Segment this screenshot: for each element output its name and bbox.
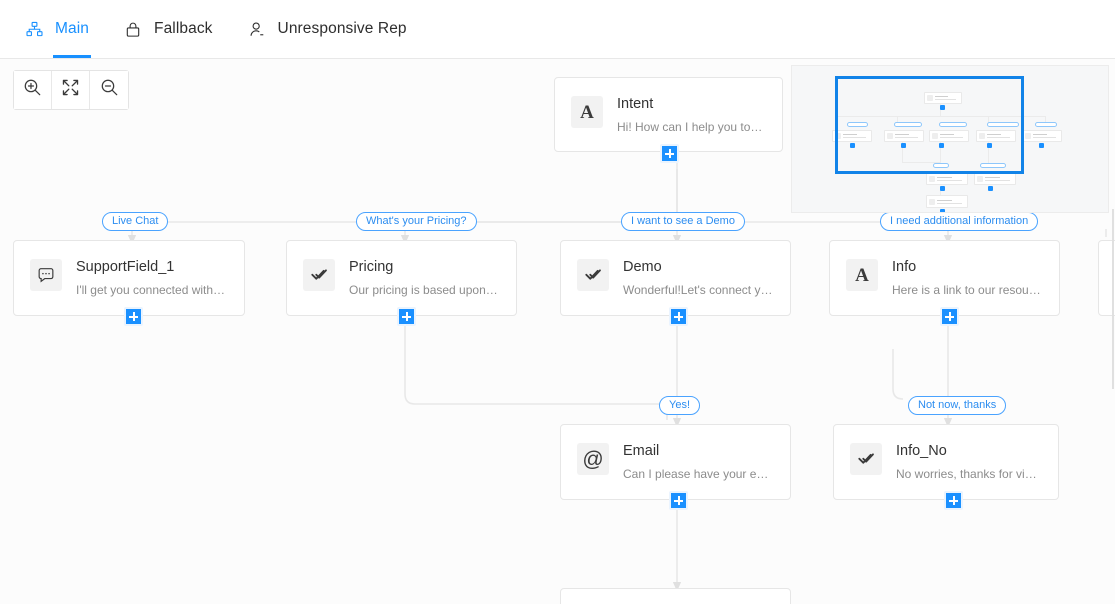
add-node-button-info-no[interactable] [944,491,963,510]
edge-label-i-need-additional-information[interactable]: I need additional information [880,212,1039,231]
double-check-icon [303,259,335,291]
zoom-out-icon [100,78,119,102]
scrollbar-thumb[interactable] [1112,209,1114,389]
edge-label-live-chat[interactable]: Live Chat [102,212,169,231]
minimap-node [1022,130,1062,142]
node-supportfield-1[interactable]: SupportField_1 I'll get you connected wi… [13,240,245,326]
node-title: Intent [617,96,654,112]
add-node-button-supportfield-1[interactable] [124,307,143,326]
add-node-button-info[interactable] [940,307,959,326]
tab-unresponsive-rep[interactable]: Unresponsive Rep [245,0,409,58]
node-info-no[interactable]: Info_No No worries, thanks for visiting … [833,424,1059,510]
node-title: Pricing [349,259,394,275]
minimap-plus [1039,143,1044,148]
double-check-icon [577,259,609,291]
node-subtitle: Our pricing is based upon your ne... [349,283,500,297]
node-offscreen-bottom[interactable] [560,588,791,604]
tab-main-label: Main [55,20,89,37]
node-title: Info_No [896,443,947,459]
fit-screen-button[interactable] [52,71,90,109]
node-title: Email [623,443,660,459]
zoom-out-button[interactable] [90,71,128,109]
tab-fallback[interactable]: Fallback [121,0,215,58]
node-subtitle: Wonderful!Let's connect you with t... [623,283,774,297]
minimap-plus [988,186,993,191]
node-subtitle: No worries, thanks for visiting {proj... [896,467,1042,481]
minimap-node [926,195,968,208]
edge-label-whats-your-pricing[interactable]: What's your Pricing? [356,212,477,231]
node-email[interactable]: @ Email Can I please have your email in … [560,424,791,510]
edge-label-i-want-to-see-a-demo[interactable]: I want to see a Demo [621,212,745,231]
flow-canvas[interactable]: Live Chat What's your Pricing? I want to… [0,59,1115,604]
add-node-button-demo[interactable] [669,307,688,326]
node-info[interactable]: A Info Here is a link to our resources p… [829,240,1060,326]
node-subtitle: Hi! How can I help you today? [617,120,766,134]
tab-active-underline [53,55,91,58]
minimap-plus [940,209,945,212]
chat-bubble-icon [30,259,62,291]
minimap-plus [940,186,945,191]
edge-label-yes[interactable]: Yes! [659,396,701,415]
add-node-button-pricing[interactable] [397,307,416,326]
node-demo[interactable]: Demo Wonderful!Let's connect you with t.… [560,240,791,326]
tab-unresponsive-rep-label: Unresponsive Rep [277,20,407,37]
minimap[interactable] [791,65,1109,213]
node-title: Info [892,259,917,275]
node-subtitle: Here is a link to our resources pag... [892,283,1043,297]
zoom-in-button[interactable] [14,71,52,109]
node-title: Demo [623,259,662,275]
node-intent[interactable]: A Intent Hi! How can I help you today? [554,77,783,163]
node-subtitle: I'll get you connected with a produ... [76,283,228,297]
node-title: SupportField_1 [76,259,175,275]
minimap-viewport[interactable] [835,76,1024,174]
tab-bar: Main Fallback Unresponsive Rep [0,0,1115,59]
zoom-in-icon [23,78,42,102]
letter-a-icon: A [571,96,603,128]
add-node-button-email[interactable] [669,491,688,510]
zoom-toolbar [13,70,129,110]
edge-label-not-now-thanks[interactable]: Not now, thanks [908,396,1007,415]
double-check-icon [850,443,882,475]
letter-a-icon: A [846,259,878,291]
user-icon [247,19,267,39]
at-sign-icon: @ [577,443,609,475]
tab-fallback-label: Fallback [154,20,213,37]
tab-main[interactable]: Main [22,0,91,58]
sitemap-icon [24,19,44,39]
node-pricing[interactable]: Pricing Our pricing is based upon your n… [286,240,517,326]
add-node-button-intent[interactable] [660,144,679,163]
node-subtitle: Can I please have your email in ca... [623,467,774,481]
lock-icon [123,19,143,39]
minimap-edge-label [1035,122,1057,127]
fit-screen-icon [61,78,80,102]
